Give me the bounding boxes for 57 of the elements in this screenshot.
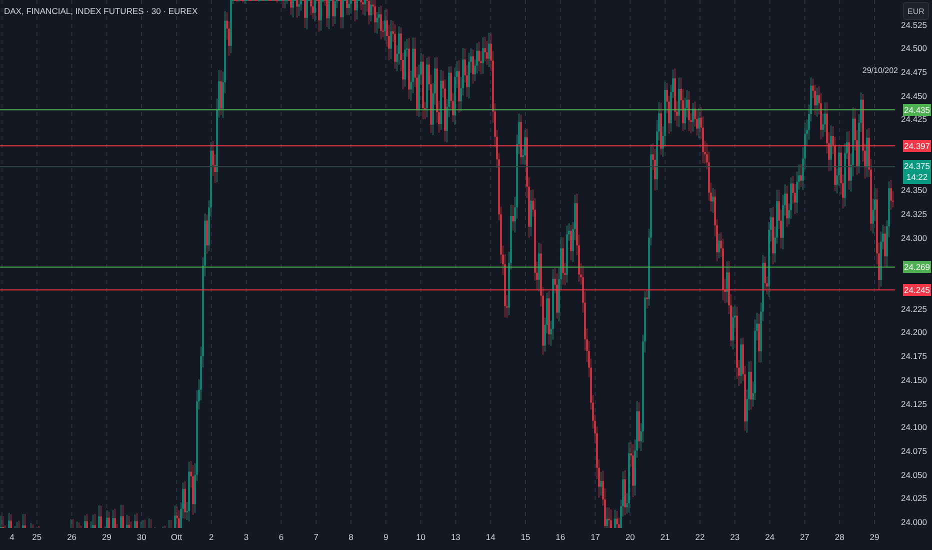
time-axis-label: 9 bbox=[382, 532, 390, 542]
price-axis-label: 24.425 bbox=[901, 114, 927, 126]
price-axis-label: 24.225 bbox=[901, 302, 927, 315]
price-axis-label: 24.100 bbox=[901, 421, 927, 434]
time-axis-label: 29 bbox=[100, 532, 112, 542]
price-axis-label: 24.500 bbox=[901, 42, 927, 54]
time-axis-label: 29 bbox=[868, 532, 880, 542]
time-axis-label: 27 bbox=[798, 532, 810, 542]
horizontal-level-line[interactable] bbox=[0, 145, 895, 146]
time-axis-label: 26 bbox=[66, 532, 78, 542]
time-axis-label: 21 bbox=[659, 532, 671, 542]
time-axis-label: 20 bbox=[624, 532, 636, 542]
price-axis-label: 24.000 bbox=[901, 516, 927, 528]
price-axis-label: 24.150 bbox=[901, 374, 927, 386]
price-axis-label: 24.125 bbox=[901, 398, 927, 410]
time-axis-label: 25 bbox=[31, 532, 43, 542]
price-axis-label: 24.350 bbox=[901, 184, 927, 196]
bar-countdown: 14:22 bbox=[906, 172, 928, 183]
price-axis-label: 24.075 bbox=[901, 444, 927, 457]
price-axis-label: 24.450 bbox=[901, 90, 927, 102]
price-level-badge: 24.269 bbox=[903, 261, 931, 274]
price-axis-label: 24.300 bbox=[901, 232, 927, 244]
time-axis-label: 16 bbox=[554, 532, 566, 542]
time-axis-label: 7 bbox=[312, 532, 320, 542]
time-axis-label: 8 bbox=[348, 532, 354, 542]
price-axis-label: 24.025 bbox=[901, 492, 927, 504]
time-axis-label: 22 bbox=[694, 532, 706, 542]
time-axis-label: 13 bbox=[450, 532, 462, 542]
time-axis-label: 10 bbox=[415, 532, 427, 542]
time-axis-label: 15 bbox=[520, 532, 532, 542]
price-axis-label: 24.200 bbox=[901, 326, 927, 338]
time-axis-label: 28 bbox=[834, 532, 846, 542]
time-axis-label: 2 bbox=[208, 532, 215, 542]
time-axis-label: 23 bbox=[729, 532, 741, 542]
price-level-badge: 24.245 bbox=[903, 284, 931, 296]
time-axis-label: 30 bbox=[136, 532, 148, 542]
horizontal-level-line[interactable] bbox=[0, 109, 895, 110]
price-level-badge: 24.435 bbox=[903, 104, 931, 116]
price-axis-label: 24.475 bbox=[901, 66, 927, 78]
crosshair-date-label: 29/10/202 bbox=[862, 66, 898, 75]
last-price-value: 24.375 bbox=[904, 160, 930, 172]
price-axis-label: 24.525 bbox=[901, 18, 927, 30]
time-axis-label: 3 bbox=[242, 532, 250, 542]
horizontal-level-line[interactable] bbox=[0, 266, 895, 268]
price-axis-label: 24.175 bbox=[901, 350, 927, 362]
time-axis-label: 17 bbox=[590, 532, 602, 542]
price-axis-label: 24.325 bbox=[901, 208, 927, 220]
currency-button[interactable]: EUR bbox=[903, 2, 929, 20]
time-axis-label: 14 bbox=[484, 532, 496, 542]
price-level-badge: 24.397 bbox=[903, 140, 931, 152]
horizontal-level-line[interactable] bbox=[0, 289, 895, 290]
time-axis-label: 6 bbox=[278, 532, 285, 542]
symbol-title: DAX, FINANCIAL, INDEX FUTURES · 30 · EUREX bbox=[4, 6, 198, 16]
time-axis-label: 4 bbox=[8, 532, 16, 542]
price-axis-label: 24.050 bbox=[901, 468, 927, 481]
time-axis-label: Ott bbox=[170, 532, 184, 542]
time-axis-label: 24 bbox=[764, 532, 776, 542]
